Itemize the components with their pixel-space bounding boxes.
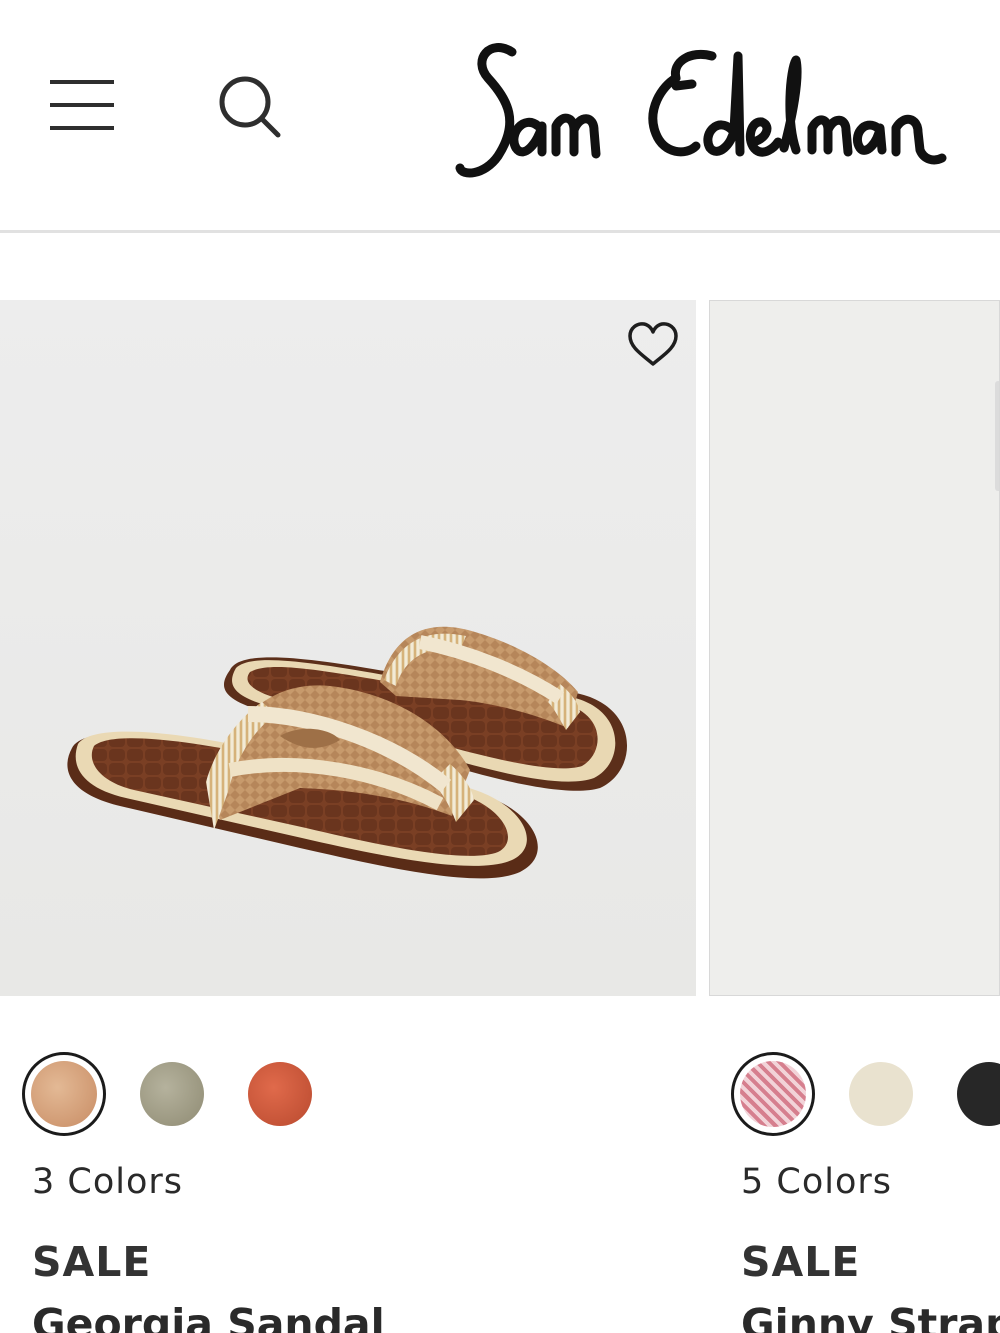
product-image[interactable]: [709, 300, 1000, 996]
color-swatch[interactable]: [22, 1052, 106, 1136]
color-swatches: [709, 1052, 1000, 1138]
product-card[interactable]: 5 Colors SALE Ginny Strap: [709, 300, 1000, 1333]
page: 3 Colors SALE Georgia Sandal 5 Colors SA…: [0, 0, 1000, 1333]
product-name[interactable]: Georgia Sandal: [32, 1300, 385, 1333]
sale-badge: SALE: [32, 1238, 152, 1286]
color-swatches: [0, 1052, 696, 1138]
color-swatch[interactable]: [248, 1062, 312, 1126]
product-name[interactable]: Ginny Strap: [741, 1300, 1000, 1333]
product-card[interactable]: 3 Colors SALE Georgia Sandal: [0, 300, 696, 1333]
search-icon[interactable]: [214, 72, 284, 142]
brand-logo[interactable]: [450, 30, 955, 195]
color-swatch[interactable]: [140, 1062, 204, 1126]
heart-icon[interactable]: [624, 320, 682, 370]
colors-count: 3 Colors: [32, 1162, 184, 1202]
color-swatch[interactable]: [957, 1062, 1000, 1126]
colors-count: 5 Colors: [741, 1162, 893, 1202]
sale-badge: SALE: [741, 1238, 861, 1286]
hamburger-menu-icon[interactable]: [48, 78, 116, 136]
product-image[interactable]: [0, 300, 696, 996]
color-swatch[interactable]: [731, 1052, 815, 1136]
site-header: [0, 0, 1000, 233]
color-swatch[interactable]: [849, 1062, 913, 1126]
